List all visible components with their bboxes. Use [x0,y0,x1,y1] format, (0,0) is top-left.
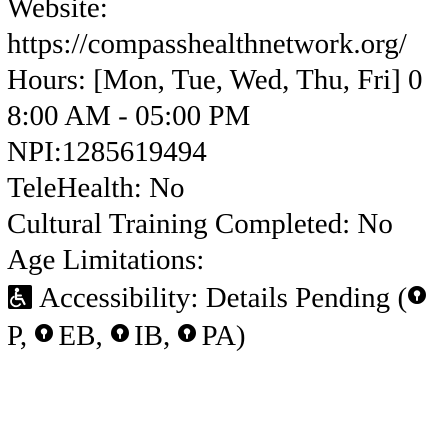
npi-value: 1285619494 [61,136,207,168]
telehealth-label: TeleHealth: [7,172,142,204]
code-p-label: P [7,320,20,352]
code-ib: IB [110,320,163,352]
provider-details: Website: https://compasshealthnetwork.or… [0,0,446,438]
website-label: Website: [7,0,108,24]
website-row: Website: [7,0,442,26]
code-eb-label: EB [58,320,96,352]
accessibility-label: Accessibility: [39,282,199,314]
pin-icon [407,278,427,304]
code-eb: EB [34,320,95,352]
age-limitations-row: Age Limitations: [7,242,442,278]
cultural-training-row: Cultural Training Completed: No [7,206,442,242]
hours-label: Hours: [7,64,86,96]
code-pa: PA [177,320,236,352]
code-ib-label: IB [133,320,163,352]
telehealth-row: TeleHealth: No [7,170,442,206]
code-pa-label: PA [201,320,236,352]
accessibility-row: Accessibility: Details Pending (P, EB, I… [7,278,442,354]
website-link[interactable]: https://compasshealthnetwork.org/ [7,26,437,62]
age-limitations-label: Age Limitations: [7,244,205,276]
telehealth-value: No [149,172,185,204]
hours-row: Hours: [Mon, Tue, Wed, Thu, Fri] 08:00 A… [7,62,442,134]
accessibility-status: Details Pending [205,282,391,314]
pin-icon [110,316,130,342]
cultural-training-value: No [357,208,393,240]
npi-row: NPI:1285619494 [7,134,442,170]
pin-icon [177,316,197,342]
accessibility-icon [7,283,33,309]
pin-icon [34,316,54,342]
cultural-training-label: Cultural Training Completed: [7,208,351,240]
npi-label: NPI: [7,136,62,168]
